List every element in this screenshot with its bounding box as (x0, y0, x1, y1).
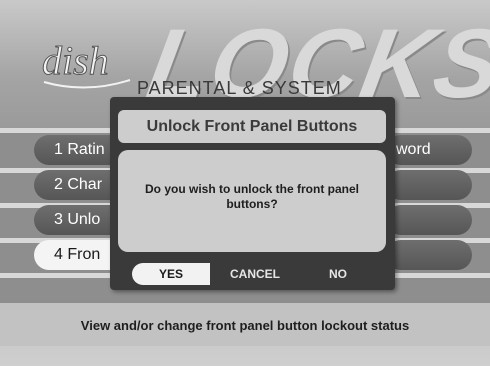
help-text: View and/or change front panel button lo… (80, 318, 410, 333)
dialog-buttons: YES CANCEL NO (110, 263, 395, 285)
menu-item-blank[interactable] (386, 170, 472, 200)
screen-subtitle: PARENTAL & SYSTEM (137, 78, 342, 98)
dish-logo: dish (42, 38, 131, 89)
menu-item-label: word (396, 141, 431, 158)
unlock-dialog: Unlock Front Panel Buttons Do you wish t… (110, 97, 395, 290)
menu-item-blank[interactable] (386, 240, 472, 270)
yes-button[interactable]: YES (132, 263, 210, 285)
menu-item-label: 4 Fron (54, 246, 101, 263)
svg-text:dish: dish (42, 38, 109, 83)
cancel-button[interactable]: CANCEL (214, 263, 296, 285)
menu-item-label: 2 Char (54, 176, 103, 193)
dialog-title: Unlock Front Panel Buttons (118, 110, 386, 143)
no-button[interactable]: NO (300, 263, 376, 285)
menu-item-label: 3 Unlo (54, 211, 101, 228)
dialog-message: Do you wish to unlock the front panel bu… (144, 182, 359, 211)
menu-item-blank[interactable] (386, 205, 472, 235)
dialog-body: Do you wish to unlock the front panel bu… (118, 150, 386, 252)
menu-item-label: 1 Ratin (54, 141, 105, 158)
tv-screen: LOCKS dish PARENTAL & SYSTEM 1 Ratin 2 C… (0, 0, 490, 366)
menu-item-password[interactable]: word (386, 135, 472, 165)
